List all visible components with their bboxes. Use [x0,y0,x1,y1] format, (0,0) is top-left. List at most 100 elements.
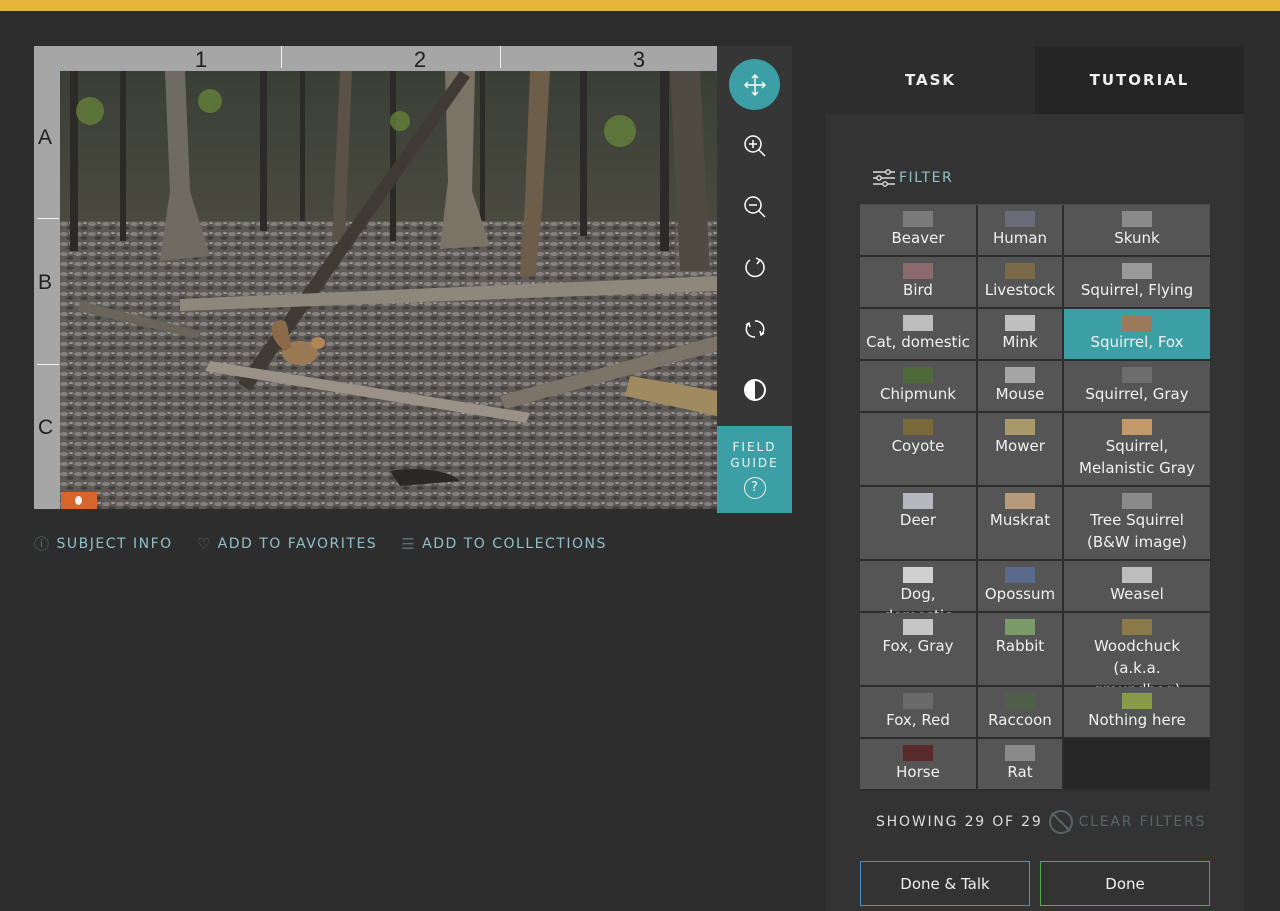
species-thumbnail [1122,619,1152,635]
species-choice[interactable]: Squirrel, Melanistic Gray [1064,413,1210,487]
choice-row: Bird Livestock Squirrel, Flying [860,257,1210,309]
species-label: Skunk [1114,229,1160,247]
species-thumbnail [1122,263,1152,279]
move-icon[interactable] [729,59,780,110]
species-choice[interactable]: Fox, Gray [860,613,978,687]
tab-task[interactable]: TASK [826,46,1035,114]
species-label: Human [992,229,1048,247]
species-choice[interactable]: Mink [978,309,1064,361]
species-thumbnail [903,745,933,761]
species-thumbnail [1005,419,1035,435]
species-choice[interactable]: Tree Squirrel (B&W image) [1064,487,1210,561]
species-choice[interactable]: Muskrat [978,487,1064,561]
species-thumbnail [903,315,933,331]
add-to-collections-link[interactable]: ☰ ADD TO COLLECTIONS [401,533,607,554]
grid-divider [281,46,282,68]
filter-button[interactable]: FILTER [871,166,953,190]
field-guide-button[interactable]: FIELD GUIDE ? [717,426,792,513]
species-choice[interactable]: Chipmunk [860,361,978,413]
grid-column-label: 1 [194,47,208,72]
invert-icon[interactable] [729,364,780,415]
choice-row: Cat, domestic Mink Squirrel, Fox [860,309,1210,361]
species-thumbnail [903,619,933,635]
species-choice[interactable]: Weasel [1064,561,1210,613]
species-thumbnail [1122,493,1152,509]
species-choice[interactable]: Bird [860,257,978,309]
grid-row-labels: A B C [34,71,60,509]
species-thumbnail [1005,211,1035,227]
add-to-favorites-link[interactable]: ♡ ADD TO FAVORITES [197,533,378,554]
choice-row: Fox, Red Raccoon Nothing here [860,687,1210,739]
grid-column-label: 2 [413,47,427,72]
done-button[interactable]: Done [1040,861,1210,906]
species-choice[interactable]: Mouse [978,361,1064,413]
species-label: Squirrel, Flying [1080,281,1194,299]
species-choice[interactable]: Opossum [978,561,1064,613]
species-choice[interactable]: Fox, Red [860,687,978,739]
species-choice[interactable]: Dog, domestic [860,561,978,625]
showing-count: SHOWING 29 OF 29 [876,814,1043,830]
species-choice[interactable]: Coyote [860,413,978,487]
species-choice[interactable]: Livestock [978,257,1064,309]
species-choice[interactable]: Beaver [860,205,978,257]
panel-tabs: TASK TUTORIAL [826,46,1244,114]
grid-divider [37,218,59,219]
species-choice[interactable]: Rabbit [978,613,1064,687]
subject-metadata-bar: ⓘ SUBJECT INFO ♡ ADD TO FAVORITES ☰ ADD … [34,533,607,554]
subject-viewer[interactable]: 1 2 3 A B C [34,46,717,509]
species-thumbnail [1122,367,1152,383]
species-choice[interactable]: Skunk [1064,205,1210,257]
species-thumbnail [1005,493,1035,509]
camera-trap-photo[interactable] [60,71,717,509]
species-label: Coyote [891,437,945,455]
rotate-icon[interactable] [729,242,780,293]
species-choice[interactable]: Human [978,205,1064,257]
empty-choice-slot [1064,739,1210,791]
choice-row: Dog, domestic Opossum Weasel [860,561,1210,625]
grid-divider [500,46,501,68]
species-choice[interactable]: Rat [978,739,1064,791]
species-choice-grid: Beaver Human Skunk Bird Livestock Squirrel, F… [860,204,1210,791]
subject-info-link[interactable]: ⓘ SUBJECT INFO [34,533,173,554]
help-icon: ? [743,477,766,499]
species-choice[interactable]: Squirrel, Fox [1064,309,1210,361]
camera-logo-badge [61,492,97,509]
field-guide-label: GUIDE [730,456,779,470]
species-choice[interactable]: Deer [860,487,978,561]
grid-column-labels: 1 2 3 [60,46,717,72]
species-label: Squirrel, Melanistic Gray [1079,437,1195,477]
species-label: Cat, domestic [866,333,970,351]
species-choice[interactable]: Horse [860,739,978,791]
zoom-out-icon[interactable] [729,181,780,232]
clear-filters-label: CLEAR FILTERS [1078,814,1207,830]
species-label: Muskrat [989,511,1051,529]
list-icon: ☰ [401,534,417,553]
species-choice[interactable]: Raccoon [978,687,1064,739]
species-label: Squirrel, Fox [1090,333,1184,351]
species-choice[interactable]: Squirrel, Gray [1064,361,1210,413]
species-thumbnail [1005,745,1035,761]
grid-column-label: 3 [632,47,646,72]
tab-tutorial[interactable]: TUTORIAL [1035,46,1244,114]
clear-filters-button[interactable]: CLEAR FILTERS [1048,810,1207,834]
choice-row: Fox, Gray Rabbit Woodchuck (a.k.a. groundh… [860,613,1210,699]
species-choice[interactable]: Cat, domestic [860,309,978,361]
species-thumbnail [1122,419,1152,435]
species-thumbnail [1122,567,1152,583]
species-choice[interactable]: Nothing here [1064,687,1210,739]
species-thumbnail [903,263,933,279]
add-to-collections-label: ADD TO COLLECTIONS [422,535,607,552]
species-thumbnail [1005,567,1035,583]
zoom-in-icon[interactable] [729,120,780,171]
choice-row: Coyote Mower Squirrel, Melanistic Gray [860,413,1210,487]
info-icon: ⓘ [34,535,51,553]
done-and-talk-button[interactable]: Done & Talk [860,861,1030,906]
prohibited-icon [1048,810,1073,834]
grid-row-label: A [38,126,53,149]
species-thumbnail [1005,619,1035,635]
species-choice[interactable]: Squirrel, Flying [1064,257,1210,309]
species-choice[interactable]: Mower [978,413,1064,487]
sliders-icon [873,169,895,187]
species-choice[interactable]: Woodchuck (a.k.a. groundhog) [1064,613,1210,699]
reset-icon[interactable] [729,303,780,354]
